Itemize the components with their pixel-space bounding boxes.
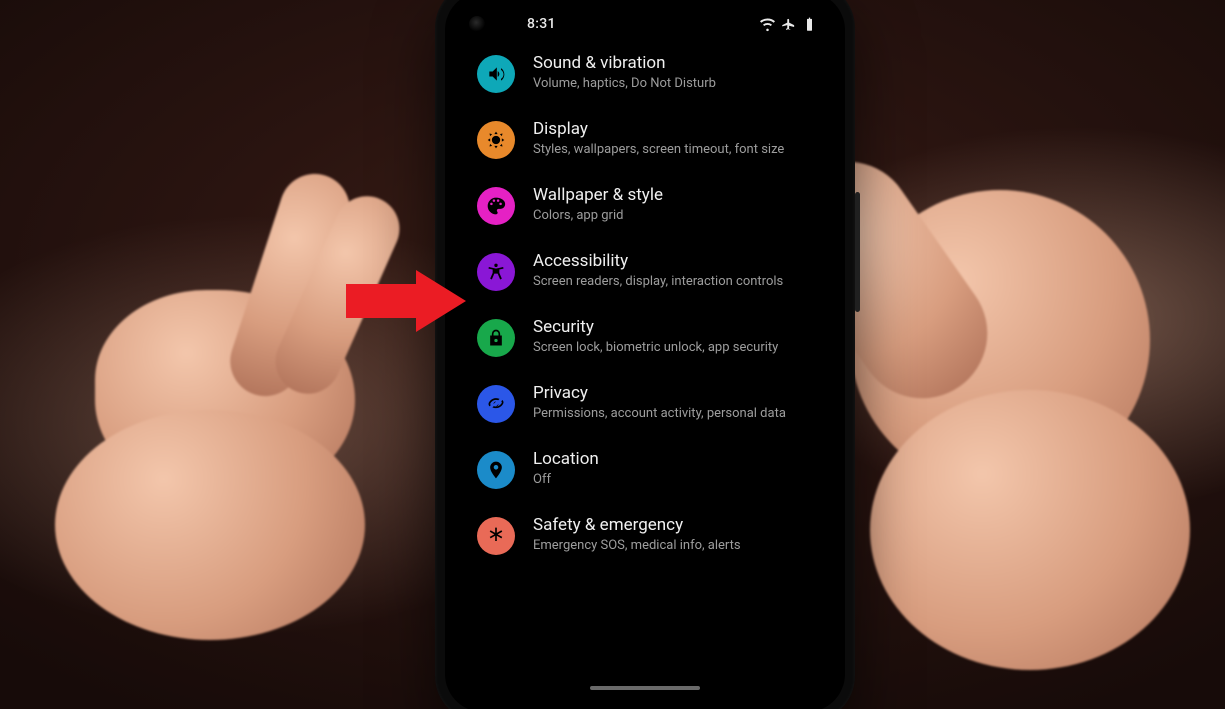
palette-icon — [477, 187, 515, 225]
wifi-icon — [760, 17, 775, 32]
settings-list[interactable]: Sound & vibration Volume, haptics, Do No… — [455, 40, 835, 588]
brightness-icon — [477, 121, 515, 159]
settings-row-accessibility[interactable]: Accessibility Screen readers, display, i… — [473, 238, 817, 304]
accessibility-icon — [477, 253, 515, 291]
settings-row-title: Safety & emergency — [533, 515, 813, 536]
left-hand — [55, 230, 435, 650]
settings-row-title: Wallpaper & style — [533, 185, 813, 206]
power-button[interactable] — [855, 192, 860, 312]
settings-row-title: Location — [533, 449, 813, 470]
settings-row-title: Sound & vibration — [533, 53, 813, 74]
settings-row-subtitle: Permissions, account activity, personal … — [533, 406, 813, 422]
airplane-icon — [781, 17, 796, 32]
photo-scene: 8:31 — [0, 0, 1225, 709]
lock-icon — [477, 319, 515, 357]
settings-row-subtitle: Off — [533, 472, 813, 488]
settings-row-security[interactable]: Security Screen lock, biometric unlock, … — [473, 304, 817, 370]
status-bar: 8:31 — [455, 4, 835, 40]
battery-icon — [802, 17, 817, 32]
punch-hole-camera — [469, 16, 485, 32]
settings-row-safety[interactable]: Safety & emergency Emergency SOS, medica… — [473, 502, 817, 568]
settings-row-location[interactable]: Location Off — [473, 436, 817, 502]
settings-row-title: Security — [533, 317, 813, 338]
privacy-icon — [477, 385, 515, 423]
settings-row-wallpaper[interactable]: Wallpaper & style Colors, app grid — [473, 172, 817, 238]
settings-row-subtitle: Emergency SOS, medical info, alerts — [533, 538, 813, 554]
settings-row-title: Privacy — [533, 383, 813, 404]
asterisk-icon — [477, 517, 515, 555]
settings-row-sound[interactable]: Sound & vibration Volume, haptics, Do No… — [473, 40, 817, 106]
volume-icon — [477, 55, 515, 93]
phone-frame: 8:31 — [435, 0, 855, 709]
gesture-nav-hint[interactable] — [590, 686, 700, 690]
settings-row-subtitle: Screen lock, biometric unlock, app secur… — [533, 340, 813, 356]
settings-row-subtitle: Volume, haptics, Do Not Disturb — [533, 76, 813, 92]
status-time: 8:31 — [527, 16, 556, 32]
settings-row-title: Display — [533, 119, 813, 140]
settings-row-privacy[interactable]: Privacy Permissions, account activity, p… — [473, 370, 817, 436]
location-icon — [477, 451, 515, 489]
phone-screen: 8:31 — [455, 4, 835, 698]
settings-row-subtitle: Styles, wallpapers, screen timeout, font… — [533, 142, 813, 158]
settings-row-subtitle: Colors, app grid — [533, 208, 813, 224]
settings-row-subtitle: Screen readers, display, interaction con… — [533, 274, 813, 290]
settings-row-title: Accessibility — [533, 251, 813, 272]
settings-row-display[interactable]: Display Styles, wallpapers, screen timeo… — [473, 106, 817, 172]
